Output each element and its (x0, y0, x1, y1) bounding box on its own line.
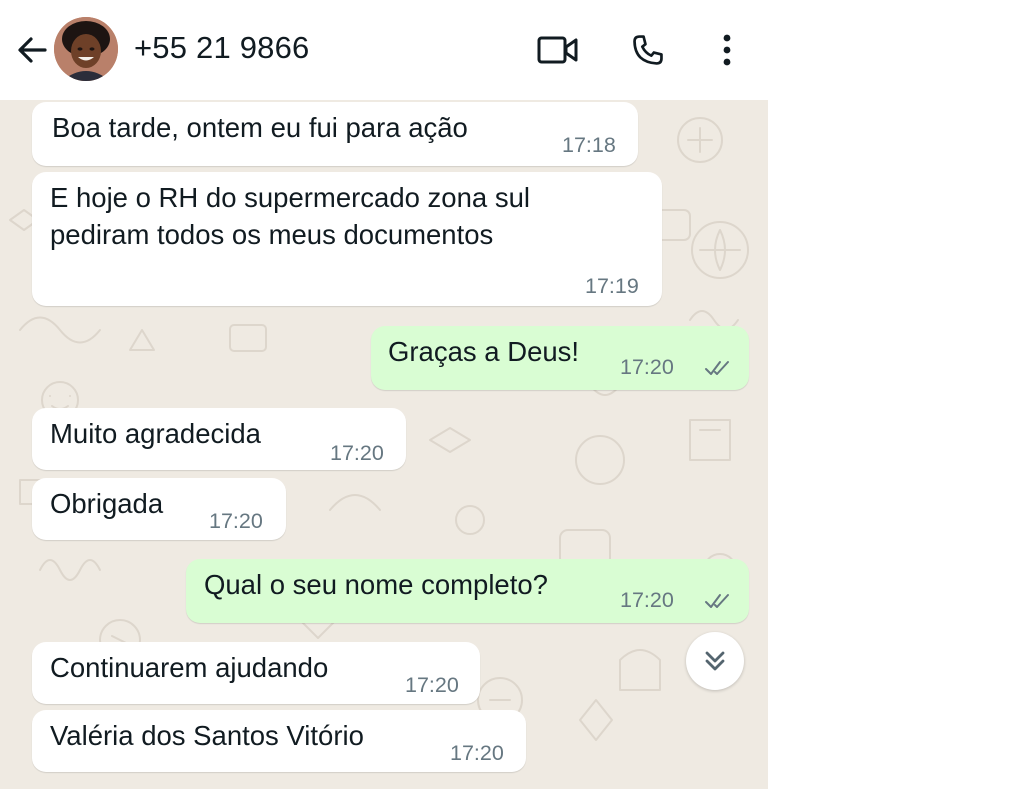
more-vertical-icon[interactable] (712, 28, 742, 72)
message-text: Graças a Deus! (388, 336, 580, 367)
chat-screen: +55 21 9866 Boa tarde, ontem eu fui para… (0, 0, 768, 789)
message-timestamp: 17:18 (562, 133, 616, 157)
message-timestamp: 17:19 (585, 274, 639, 298)
incoming-message-bubble[interactable]: Valéria dos Santos Vitório 17:20 (32, 710, 526, 772)
message-timestamp: 17:20 (620, 588, 674, 612)
phone-icon[interactable] (626, 28, 670, 72)
double-chevron-down-icon (705, 651, 725, 671)
message-timestamp: 17:20 (405, 673, 459, 697)
message-timestamp: 17:20 (330, 441, 384, 465)
redaction-patch (332, 34, 366, 72)
chat-header: +55 21 9866 (0, 0, 768, 100)
incoming-message-bubble[interactable]: Boa tarde, ontem eu fui para ação 17:18 (32, 102, 638, 166)
double-check-icon (705, 594, 729, 608)
message-timestamp: 17:20 (450, 741, 504, 765)
message-timestamp: 17:20 (620, 355, 674, 379)
outgoing-message-bubble[interactable]: Qual o seu nome completo? 17:20 (186, 559, 749, 623)
message-text: Continuarem ajudando (50, 652, 329, 683)
incoming-message-bubble[interactable]: Continuarem ajudando 17:20 (32, 642, 480, 704)
message-text: Muito agradecida (50, 418, 261, 449)
scroll-to-bottom-button[interactable] (686, 632, 744, 690)
message-text: E hoje o RH do supermercado zona sul (50, 182, 530, 213)
double-check-icon (705, 361, 729, 375)
message-text: Obrigada (50, 488, 164, 519)
message-timestamp: 17:20 (209, 509, 263, 533)
message-text: Boa tarde, ontem eu fui para ação (52, 112, 468, 143)
contact-avatar[interactable] (54, 17, 118, 81)
outgoing-message-bubble[interactable]: Graças a Deus! 17:20 (371, 326, 749, 390)
incoming-message-bubble[interactable]: Muito agradecida 17:20 (32, 408, 406, 470)
video-camera-icon[interactable] (534, 28, 582, 72)
arrow-left-icon[interactable] (12, 30, 52, 70)
message-text: pediram todos os meus documentos (50, 219, 494, 250)
message-text: Valéria dos Santos Vitório (50, 720, 364, 751)
contact-name[interactable]: +55 21 9866 (134, 30, 309, 66)
incoming-message-bubble[interactable]: E hoje o RH do supermercado zona sul pedi… (32, 172, 662, 306)
message-text: Qual o seu nome completo? (204, 569, 548, 600)
incoming-message-bubble[interactable]: Obrigada 17:20 (32, 478, 286, 540)
